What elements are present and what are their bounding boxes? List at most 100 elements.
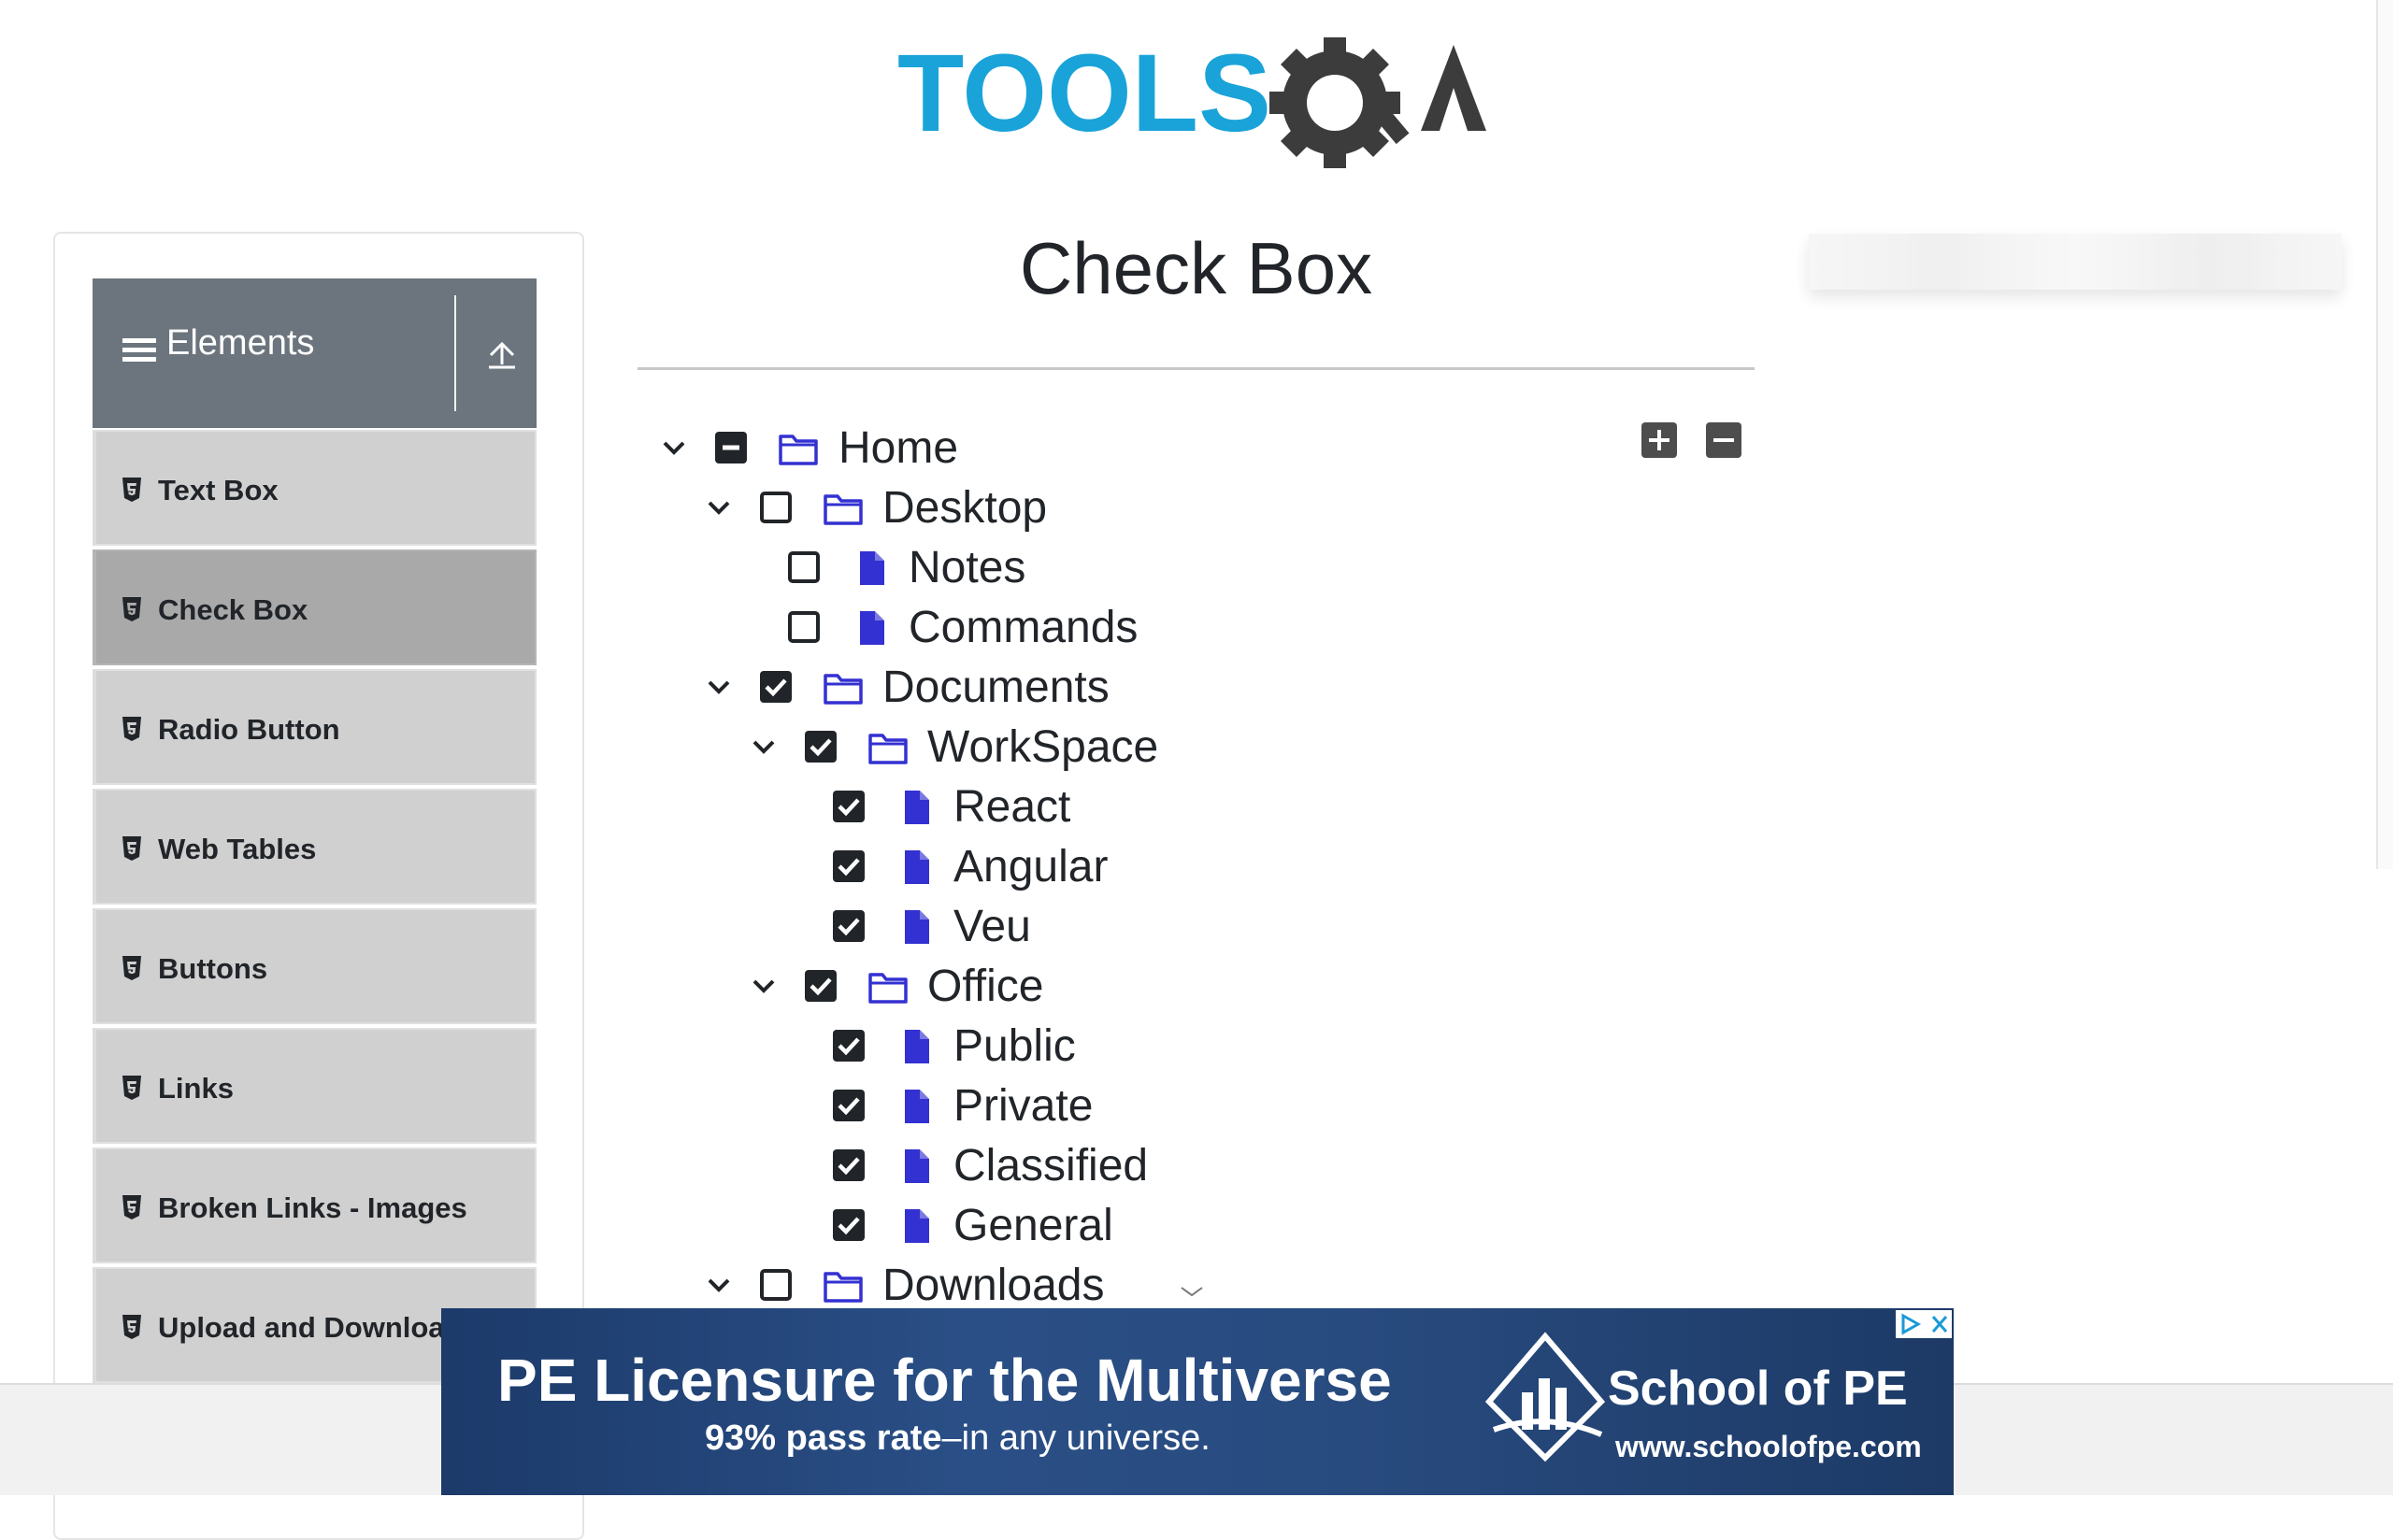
tree-node-desktop: Desktop <box>638 478 1479 538</box>
tree-node-label[interactable]: Downloads <box>882 1260 1104 1311</box>
page-scrollbar[interactable] <box>2376 0 2393 869</box>
tree-node-classified: Classified <box>638 1136 1479 1196</box>
menu-item-label: Links <box>158 1072 234 1105</box>
tree-node-label[interactable]: Desktop <box>882 482 1047 534</box>
chevron-down-icon[interactable] <box>750 974 778 998</box>
menu-item-label: Web Tables <box>158 833 317 865</box>
tree-node-label[interactable]: Office <box>927 961 1044 1012</box>
menu-item-broken-links[interactable]: Broken Links - Images <box>93 1148 537 1263</box>
checkbox-half-icon[interactable] <box>714 431 748 464</box>
menu-item-radio-button[interactable]: Radio Button <box>93 669 537 785</box>
toolsqa-logo[interactable]: TOOLS <box>897 28 1505 168</box>
tree-node-label[interactable]: General <box>953 1200 1113 1251</box>
header: TOOLS <box>0 0 2393 187</box>
tree-node-label[interactable]: Home <box>838 422 958 474</box>
title-divider <box>638 367 1755 370</box>
file-icon <box>905 1090 929 1123</box>
plus-icon <box>1649 430 1669 450</box>
chevron-down-icon[interactable] <box>705 1273 733 1297</box>
tree-node-react: React <box>638 777 1479 837</box>
folder-outline-icon <box>824 1272 863 1303</box>
file-icon <box>905 850 929 884</box>
tree-node-label[interactable]: WorkSpace <box>927 721 1158 773</box>
menu-item-text-box[interactable]: Text Box <box>93 430 537 546</box>
ad-brand: School of PE <box>1608 1362 1908 1416</box>
tree-node-label[interactable]: Notes <box>909 542 1025 593</box>
html5-icon <box>122 1076 141 1100</box>
tree-node-label[interactable]: Veu <box>953 901 1031 952</box>
chevron-down-icon[interactable] <box>750 734 778 759</box>
ad-subline: 93% pass rate–in any universe. <box>705 1419 1211 1459</box>
checkbox-checked-icon[interactable] <box>832 1029 866 1062</box>
chevron-down-icon[interactable] <box>705 495 733 520</box>
menu-item-label: Buttons <box>158 952 268 985</box>
tree-node-label[interactable]: Classified <box>953 1140 1148 1191</box>
checkbox-checked-icon[interactable] <box>832 849 866 883</box>
tree-node-label[interactable]: Commands <box>909 602 1138 653</box>
header-divider <box>454 295 456 411</box>
elements-menu: Text Box Check Box Radio Button Web Tabl… <box>93 430 537 1387</box>
checkbox-checked-icon[interactable] <box>832 1089 866 1122</box>
folder-outline-icon <box>824 494 863 525</box>
checkbox-checked-icon[interactable] <box>832 909 866 943</box>
ad-choices-button[interactable] <box>1896 1310 1952 1338</box>
folder-outline-icon <box>779 435 818 465</box>
menu-item-label: Check Box <box>158 593 308 626</box>
ad-banner[interactable]: PE Licensure for the Multiverse 93% pass… <box>441 1308 1954 1495</box>
file-icon <box>905 1209 929 1243</box>
chevron-down-icon[interactable] <box>660 435 688 460</box>
elements-group-header[interactable]: Elements <box>93 278 537 428</box>
checkbox-checked-icon[interactable] <box>832 1148 866 1182</box>
tree-node-label[interactable]: Public <box>953 1020 1076 1072</box>
checkbox-unchecked-icon[interactable] <box>759 1268 793 1302</box>
checkbox-unchecked-icon[interactable] <box>787 550 821 584</box>
tree-node-label[interactable]: React <box>953 781 1070 833</box>
chevron-down-icon <box>1181 1287 1203 1297</box>
menu-item-label: Upload and Download <box>158 1311 463 1344</box>
checkbox-unchecked-icon[interactable] <box>787 610 821 644</box>
menu-item-links[interactable]: Links <box>93 1028 537 1144</box>
tree-node-general: General <box>638 1196 1479 1256</box>
collapse-all-button[interactable] <box>1706 422 1741 458</box>
html5-icon <box>122 1195 141 1219</box>
file-icon <box>905 1149 929 1183</box>
checkbox-checked-icon[interactable] <box>759 670 793 704</box>
expand-all-button[interactable] <box>1641 422 1677 458</box>
tree-node-home: Home <box>638 419 1479 478</box>
group-label: Elements <box>166 323 315 363</box>
file-icon <box>860 551 884 585</box>
menu-item-label: Text Box <box>158 474 279 506</box>
checkbox-checked-icon[interactable] <box>804 730 838 763</box>
tree-node-angular: Angular <box>638 837 1479 897</box>
upload-arrow-icon[interactable] <box>483 335 521 372</box>
folder-outline-icon <box>868 734 908 764</box>
tree-node-label[interactable]: Documents <box>882 662 1110 713</box>
tree-node-downloads: Downloads <box>638 1256 1479 1316</box>
html5-icon <box>122 717 141 741</box>
file-icon <box>905 1030 929 1063</box>
html5-icon <box>122 956 141 980</box>
menu-item-check-box[interactable]: Check Box <box>93 549 537 665</box>
tree-node-commands: Commands <box>638 598 1479 658</box>
html5-icon <box>122 1315 141 1339</box>
folder-outline-icon <box>824 674 863 705</box>
checkbox-checked-icon[interactable] <box>832 790 866 823</box>
hamburger-icon <box>122 338 156 362</box>
tree-node-label[interactable]: Angular <box>953 841 1108 892</box>
menu-item-label: Radio Button <box>158 713 340 746</box>
ad-url: www.schoolofpe.com <box>1615 1430 1922 1463</box>
file-icon <box>860 611 884 645</box>
minus-icon <box>1713 438 1734 442</box>
file-icon <box>905 791 929 824</box>
tree-node-label[interactable]: Private <box>953 1080 1093 1132</box>
checkbox-checked-icon[interactable] <box>804 969 838 1003</box>
tree-node-office: Office <box>638 957 1479 1017</box>
ad-choices-icon <box>1901 1313 1948 1335</box>
checkbox-checked-icon[interactable] <box>832 1208 866 1242</box>
chevron-down-icon[interactable] <box>705 675 733 699</box>
ad-headline: PE Licensure for the Multiverse <box>497 1347 1392 1414</box>
menu-item-web-tables[interactable]: Web Tables <box>93 789 537 905</box>
file-icon <box>905 910 929 944</box>
checkbox-unchecked-icon[interactable] <box>759 491 793 524</box>
menu-item-buttons[interactable]: Buttons <box>93 908 537 1024</box>
